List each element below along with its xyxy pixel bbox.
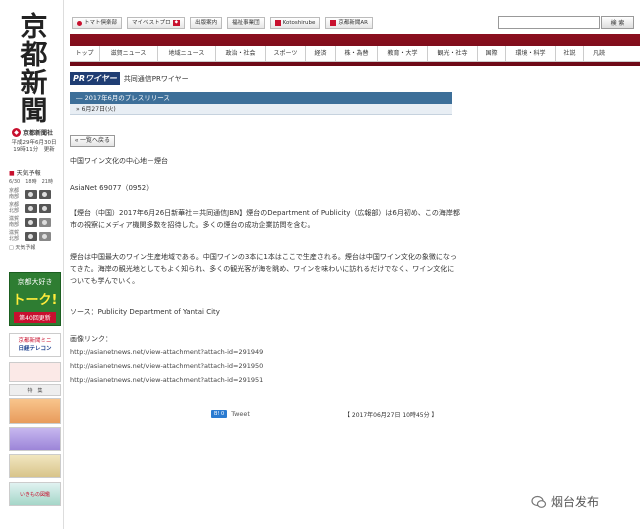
nav-region[interactable]: 地域ニュース — [158, 46, 216, 62]
nav-sports[interactable]: スポーツ — [266, 46, 306, 62]
nav-editorial[interactable]: 社説 — [556, 46, 584, 62]
banner-feature[interactable]: 特 集 — [9, 384, 61, 396]
image-link[interactable]: http://asianetnews.net/view-attachment?a… — [70, 346, 263, 358]
left-sidebar: 京 都 新 聞 ◆ 京都新聞社 平成29年6月30日 19時11分 更新 ■ 天… — [0, 0, 64, 529]
weather-more-link[interactable]: □ 天気予報 — [9, 244, 61, 251]
article-paragraph: 【煙台（中国）2017年6月26日新華社＝共同通信JBN】煙台のDepartme… — [70, 209, 460, 229]
cloudy-icon — [39, 231, 51, 241]
weather-icon: ■ — [9, 170, 15, 177]
cloudy-icon — [39, 217, 51, 227]
image-link[interactable]: http://asianetnews.net/view-attachment?a… — [70, 374, 263, 386]
image-link[interactable]: http://asianetnews.net/view-attachment?a… — [70, 360, 263, 372]
share-bar: B! 0 Tweet — [211, 410, 250, 418]
kotoshirube-button[interactable]: Kotoshirube — [269, 17, 321, 29]
nav-items: トップ 滋賀ニュース 地域ニュース 政治・社会 スポーツ 経済 株・為替 教育・… — [70, 46, 640, 62]
nav-shiga[interactable]: 滋賀ニュース — [100, 46, 158, 62]
weather-row: 京都南部 — [9, 187, 61, 201]
nav-more[interactable]: 凡読 — [584, 46, 614, 62]
banner-ad[interactable] — [9, 427, 61, 451]
sunny-icon — [25, 189, 37, 199]
release-id: AsiaNet 69077（0952） — [70, 184, 154, 192]
nav-education[interactable]: 教育・大学 — [378, 46, 428, 62]
tomato-club-button[interactable]: トマト倶楽部 — [72, 17, 123, 29]
nav-top[interactable]: トップ — [70, 46, 100, 62]
article-title: 中国ワイン文化の中心地－煙台 — [70, 157, 168, 165]
badge-icon: ◆ — [172, 20, 181, 26]
article-source: ソース：Publicity Department of Yantai City — [70, 308, 220, 316]
back-to-list-button[interactable]: « 一覧へ戻る — [70, 135, 116, 147]
image-links-label: 画像リンク： — [70, 335, 112, 343]
tomato-icon — [77, 20, 82, 26]
article-paragraph: 煙台は中国最大のワイン生産地域である。中国ワインの3本に1本はここで生産される。… — [70, 253, 457, 285]
publisher-logo[interactable]: ◆ 京都新聞社 — [12, 127, 62, 137]
nav-tourism[interactable]: 観光・社寺 — [428, 46, 478, 62]
date-header: » 6月27日(火) — [70, 104, 452, 115]
banner-kyoto-talk[interactable]: 京都大好き トーク! 第40回更新 — [9, 272, 61, 326]
publisher-logo-icon: ◆ — [12, 127, 21, 137]
sunny-icon — [25, 203, 37, 213]
top-toolbar: トマト倶楽部 マイベストプロ ◆ 出版案内 福祉事業団 Kotoshirube 京… — [72, 17, 373, 29]
banner-ad[interactable] — [9, 398, 61, 424]
nav-science[interactable]: 環境・科学 — [506, 46, 556, 62]
weather-title: ■ 天気予報 — [9, 170, 41, 177]
sunny-icon — [25, 217, 37, 227]
section-header: ― 2017年6月のプレスリリース — [70, 92, 452, 104]
nav-economy[interactable]: 経済 — [306, 46, 336, 62]
wechat-icon — [531, 494, 547, 510]
welfare-button[interactable]: 福祉事業団 — [227, 17, 265, 29]
weather-row: 京都北部 — [9, 201, 61, 215]
nav-stocks[interactable]: 株・為替 — [336, 46, 378, 62]
banner-ikimono[interactable]: いきもの図鑑 — [9, 482, 61, 506]
search-button[interactable]: 検 索 — [601, 16, 634, 29]
sunny-icon — [39, 189, 51, 199]
pr-wire-logo[interactable]: PRワイヤー 共同通信PRワイヤー — [70, 72, 189, 85]
publishing-button[interactable]: 出版案内 — [190, 17, 223, 29]
mybestpro-button[interactable]: マイベストプロ ◆ — [127, 17, 186, 29]
weather-widget[interactable]: 6/30 18時 21時 京都南部 京都北部 滋賀南部 滋賀北部 □ 天気予報 — [9, 178, 61, 251]
banner-ad[interactable] — [9, 362, 61, 382]
update-date: 平成29年6月30日 19時11分 更新 — [11, 140, 57, 153]
hatena-bookmark-button[interactable]: B! 0 — [211, 410, 228, 418]
weather-row: 滋賀北部 — [9, 229, 61, 243]
newspaper-masthead[interactable]: 京 都 新 聞 — [14, 14, 54, 126]
banner-nikkei-telecon[interactable]: 京都新聞ミニ 日経テレコン — [9, 333, 61, 357]
sunny-icon — [39, 203, 51, 213]
tweet-button[interactable]: Tweet — [231, 410, 250, 418]
weather-header: 6/30 18時 21時 — [9, 179, 53, 185]
article-timestamp: 【 2017年06月27日 10時45分 】 — [344, 412, 438, 419]
main-nav: トップ 滋賀ニュース 地域ニュース 政治・社会 スポーツ 経済 株・為替 教育・… — [70, 34, 640, 66]
search-input[interactable] — [498, 16, 600, 29]
kotoshirube-icon — [274, 20, 281, 26]
ar-icon — [330, 20, 337, 26]
nav-politics[interactable]: 政治・社会 — [216, 46, 266, 62]
kyoto-ar-button[interactable]: 京都新聞AR — [325, 17, 373, 29]
nav-international[interactable]: 国際 — [478, 46, 506, 62]
wechat-watermark: 烟台发布 — [531, 493, 599, 510]
banner-ad[interactable] — [9, 454, 61, 478]
sunny-icon — [25, 231, 37, 241]
weather-row: 滋賀南部 — [9, 215, 61, 229]
